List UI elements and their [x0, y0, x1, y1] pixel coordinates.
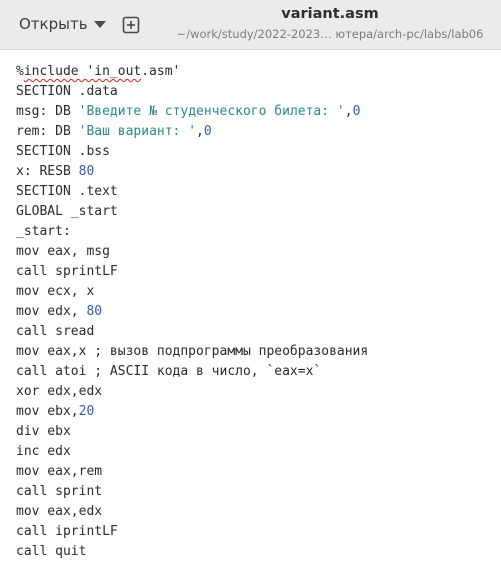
code-token: _start: [16, 224, 71, 239]
code-line: _start: [16, 222, 368, 242]
code-token: call sread [16, 324, 95, 339]
code-line: msg: DB 'Введите № студенческого билета:… [16, 102, 368, 122]
code-token: 80 [78, 164, 95, 179]
new-tab-button[interactable] [118, 12, 144, 38]
text-editor-area[interactable]: %include 'in_out.asm' SECTION .data msg: D… [0, 51, 501, 586]
code-token: mov ecx, x [16, 284, 95, 299]
chevron-down-icon [93, 21, 106, 28]
code-token: x: RESB [16, 164, 79, 179]
code-token: div ebx [16, 424, 71, 439]
window-subtitle-path: ~/work/study/2022-2023… ютера/arch-pc/la… [176, 27, 484, 41]
code-line: rem: DB 'Ваш вариант: ',0 [16, 122, 368, 142]
code-token: mov eax, msg [16, 244, 110, 259]
code-token: , [344, 104, 353, 119]
code-line: call atoi ; ASCII кода в число, `eax=x` [16, 362, 368, 382]
code-line: SECTION .data [16, 82, 368, 102]
code-line: call iprintLF [16, 522, 368, 542]
code-line: mov eax,x ; вызов подпрограммы преобразо… [16, 342, 368, 362]
code-token: call atoi ; ASCII кода в число, `eax=x` [16, 364, 322, 379]
code-line: GLOBAL _start [16, 202, 368, 222]
code-token: % [16, 64, 24, 79]
code-line: mov ebx,20 [16, 402, 368, 422]
code-line: xor edx,edx [16, 382, 368, 402]
code-line: mov ecx, x [16, 282, 368, 302]
code-token: 0 [203, 124, 212, 139]
code-token: xor edx,edx [16, 384, 103, 399]
code-token: .asm' [141, 64, 181, 79]
code-line: call sread [16, 322, 368, 342]
code-line: call sprintLF [16, 262, 368, 282]
code-token: SECTION .text [16, 184, 118, 199]
code-token: 20 [78, 404, 95, 419]
code-view: %include 'in_out.asm' SECTION .data msg: D… [16, 62, 368, 562]
code-line: call quit [16, 542, 368, 562]
code-token: 'Введите № студенческого билета: ' [78, 104, 345, 119]
code-token: msg: DB [16, 104, 79, 119]
code-line: inc edx [16, 442, 368, 462]
code-token: inc edx [16, 444, 71, 459]
header-bar: Открыть variant.asm ~/work/study/2022-20… [0, 0, 501, 50]
code-line: mov eax,rem [16, 462, 368, 482]
code-line: SECTION .text [16, 182, 368, 202]
code-token: 80 [86, 304, 103, 319]
open-button-label: Открыть [19, 15, 88, 33]
code-token: mov edx, [16, 304, 87, 319]
code-line: mov eax, msg [16, 242, 368, 262]
window-title: variant.asm [281, 6, 379, 22]
code-line: SECTION .bss [16, 142, 368, 162]
code-line: div ebx [16, 422, 368, 442]
code-line: %include 'in_out.asm' [16, 62, 368, 82]
code-token: call quit [16, 544, 87, 559]
code-token: SECTION .data [16, 84, 118, 99]
code-token: mov eax,edx [16, 504, 103, 519]
code-token: 0 [352, 104, 361, 119]
code-token: call sprintLF [16, 264, 118, 279]
code-line: mov edx, 80 [16, 302, 368, 322]
code-token: 'Ваш вариант: ' [78, 124, 197, 139]
code-token: mov ebx, [16, 404, 79, 419]
open-button[interactable]: Открыть [8, 9, 106, 39]
code-token: , [196, 124, 204, 139]
code-token: GLOBAL _start [16, 204, 118, 219]
code-token: call iprintLF [16, 524, 118, 539]
code-line: call sprint [16, 482, 368, 502]
code-line: x: RESB 80 [16, 162, 368, 182]
code-token: include 'in_out [23, 64, 142, 79]
window-title-area: variant.asm ~/work/study/2022-2023… ютер… [160, 5, 500, 42]
code-token: call sprint [16, 484, 103, 499]
code-token: mov eax,rem [16, 464, 103, 479]
code-token: SECTION .bss [16, 144, 110, 159]
new-document-icon [122, 16, 140, 34]
code-token: mov eax,x ; вызов подпрограммы преобразо… [16, 344, 369, 359]
code-token: rem: DB [16, 124, 79, 139]
code-line: mov eax,edx [16, 502, 368, 522]
